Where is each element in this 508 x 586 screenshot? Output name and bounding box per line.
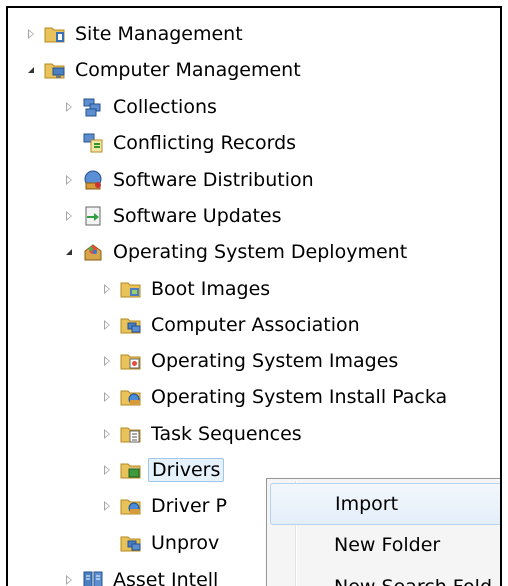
folder-icon <box>120 423 142 445</box>
tree-item-boot-images[interactable]: Boot Images <box>98 272 273 306</box>
menu-item-label: New Search Fold <box>334 576 492 586</box>
expand-arrow-icon[interactable] <box>98 461 116 479</box>
software-updates-icon <box>82 205 104 227</box>
tree-item-asset-intelligence[interactable]: Asset Intell <box>60 563 221 586</box>
expand-arrow-icon[interactable] <box>60 171 78 189</box>
tree-item-computer-association[interactable]: Computer Association <box>98 308 363 342</box>
folder-icon <box>120 495 142 517</box>
expand-arrow-icon[interactable] <box>98 280 116 298</box>
tree-item-label: Asset Intell <box>113 569 219 586</box>
asset-intelligence-icon <box>82 569 104 586</box>
folder-icon <box>120 459 142 481</box>
tree-item-label: Task Sequences <box>151 423 302 445</box>
tree-item-operating-system-install-packages[interactable]: Operating System Install Packa <box>98 380 450 414</box>
collections-icon <box>82 96 104 118</box>
tree-item-label: Driver P <box>151 495 227 517</box>
tree-item-collections[interactable]: Collections <box>60 90 220 124</box>
tree-item-drivers[interactable]: Drivers <box>98 453 225 487</box>
expand-arrow-icon[interactable] <box>22 25 40 43</box>
tree-item-operating-system-deployment[interactable]: Operating System Deployment <box>60 235 410 269</box>
tree-item-site-management[interactable]: Site Management <box>22 17 246 51</box>
expand-arrow-icon[interactable] <box>98 388 116 406</box>
tree-item-label: Software Updates <box>113 205 282 227</box>
tree-item-computer-management[interactable]: Computer Management <box>22 53 304 87</box>
tree-item-unprovisioned[interactable]: Unprov <box>116 526 222 560</box>
tree-item-label: Computer Management <box>75 59 301 81</box>
tree-item-software-distribution[interactable]: Software Distribution <box>60 163 317 197</box>
tree-item-label: Operating System Images <box>151 350 399 372</box>
operating-system-deployment-icon <box>82 241 104 263</box>
tree-item-label: Computer Association <box>151 314 360 336</box>
expand-arrow-icon[interactable] <box>60 571 78 586</box>
tree-item-label: Site Management <box>75 23 243 45</box>
tree-item-driver-packages[interactable]: Driver P <box>98 489 230 523</box>
folder-icon <box>120 350 142 372</box>
tree-item-label: Software Distribution <box>113 169 314 191</box>
expand-arrow-icon[interactable] <box>98 425 116 443</box>
tree-item-label: Boot Images <box>151 278 271 300</box>
site-management-icon <box>44 23 66 45</box>
folder-icon <box>120 314 142 336</box>
expand-arrow-icon[interactable] <box>98 352 116 370</box>
expand-arrow-icon[interactable] <box>98 497 116 515</box>
menu-item-label: Import <box>335 493 399 515</box>
collapse-arrow-icon[interactable] <box>22 61 40 79</box>
context-menu: Import New Folder New Search Fold <box>266 478 500 586</box>
menu-item-new-folder[interactable]: New Folder <box>270 525 500 565</box>
tree-panel: Site Management Computer Management Coll… <box>6 6 502 586</box>
folder-icon <box>120 278 142 300</box>
tree-item-operating-system-images[interactable]: Operating System Images <box>98 344 401 378</box>
expand-arrow-icon[interactable] <box>60 98 78 116</box>
conflicting-records-icon <box>82 132 104 154</box>
expand-arrow-icon[interactable] <box>98 316 116 334</box>
tree-item-task-sequences[interactable]: Task Sequences <box>98 417 305 451</box>
menu-item-label: New Folder <box>334 534 441 556</box>
tree-item-label: Drivers <box>148 458 225 482</box>
tree-item-label: Collections <box>113 96 217 118</box>
tree-item-software-updates[interactable]: Software Updates <box>60 199 285 233</box>
tree-item-label: Operating System Deployment <box>113 241 408 263</box>
expand-arrow-icon[interactable] <box>60 207 78 225</box>
menu-item-import[interactable]: Import <box>270 483 500 525</box>
collapse-arrow-icon[interactable] <box>60 243 78 261</box>
folder-icon <box>120 386 142 408</box>
software-distribution-icon <box>82 169 104 191</box>
tree-item-conflicting-records[interactable]: Conflicting Records <box>78 126 299 160</box>
computer-management-icon <box>44 59 66 81</box>
tree-item-label: Conflicting Records <box>113 132 297 154</box>
menu-item-new-search-folder[interactable]: New Search Fold <box>270 567 500 586</box>
tree-item-label: Operating System Install Packa <box>151 386 448 408</box>
tree-item-label: Unprov <box>151 532 220 554</box>
folder-icon <box>120 532 142 554</box>
